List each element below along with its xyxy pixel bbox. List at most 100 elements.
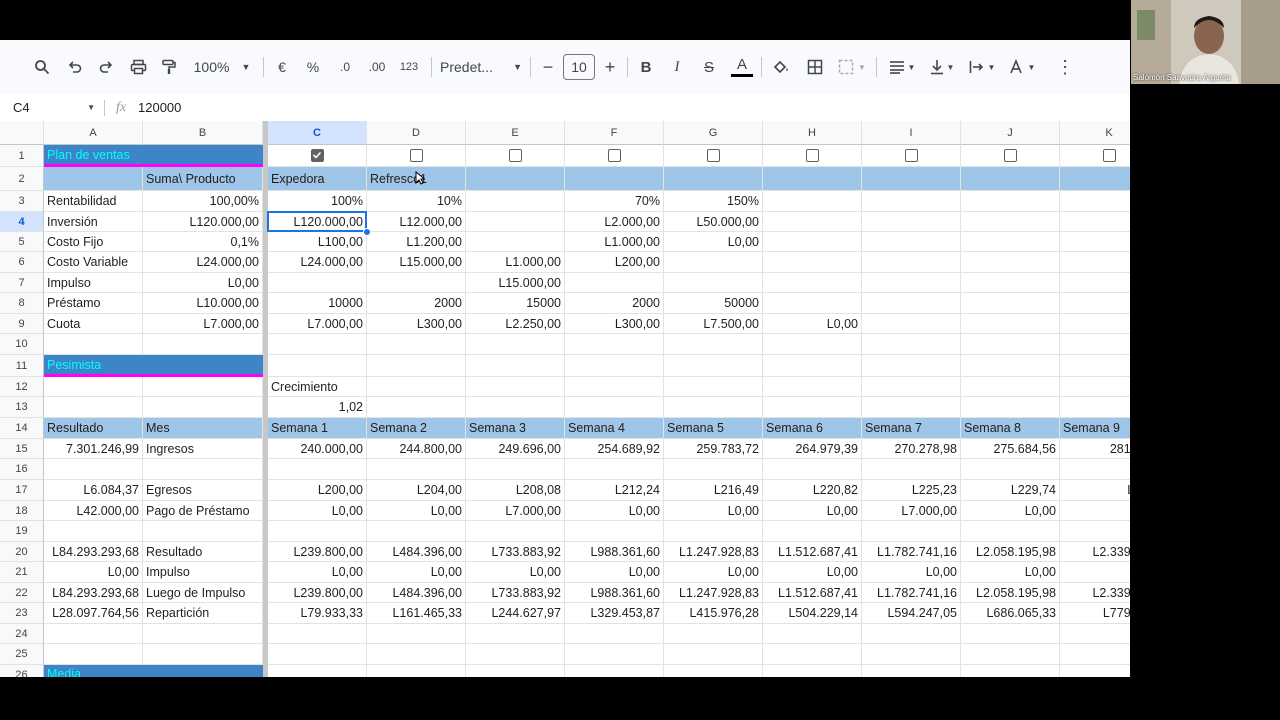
- row-header-7[interactable]: 7: [0, 273, 44, 293]
- cell-b13[interactable]: [143, 397, 263, 418]
- cell-i6[interactable]: [862, 252, 961, 273]
- row-header-21[interactable]: 21: [0, 562, 44, 583]
- paint-format-icon[interactable]: [157, 53, 181, 81]
- checkbox-checked[interactable]: [310, 149, 324, 162]
- cell-j10[interactable]: [961, 334, 1060, 355]
- cell-h14[interactable]: Semana 6: [763, 418, 862, 439]
- row-header-18[interactable]: 18: [0, 501, 44, 521]
- cell-i11[interactable]: [862, 355, 961, 377]
- cell-j9[interactable]: [961, 314, 1060, 334]
- cell-b17[interactable]: Egresos: [143, 480, 263, 501]
- text-wrap-icon[interactable]: ▼: [964, 53, 1000, 81]
- cell-k21[interactable]: L0: [1060, 562, 1130, 583]
- cell-e8[interactable]: 15000: [466, 293, 565, 314]
- cell-c26[interactable]: [268, 665, 367, 677]
- cell-g12[interactable]: [664, 377, 763, 397]
- italic-button[interactable]: I: [666, 53, 688, 81]
- cell-c6[interactable]: L24.000,00: [268, 252, 367, 273]
- cell-j18[interactable]: L0,00: [961, 501, 1060, 521]
- cell-e10[interactable]: [466, 334, 565, 355]
- cell-d25[interactable]: [367, 644, 466, 665]
- cell-j26[interactable]: [961, 665, 1060, 677]
- cell-a15[interactable]: 7.301.246,99: [44, 439, 143, 459]
- cell-g26[interactable]: [664, 665, 763, 677]
- cell-f3[interactable]: 70%: [565, 191, 664, 212]
- cell-k3[interactable]: [1060, 191, 1130, 212]
- cell-j19[interactable]: [961, 521, 1060, 542]
- cell-g6[interactable]: [664, 252, 763, 273]
- cell-f17[interactable]: L212,24: [565, 480, 664, 501]
- cell-a25[interactable]: [44, 644, 143, 665]
- cell-k2[interactable]: [1060, 167, 1130, 191]
- cell-i18[interactable]: L7.000,00: [862, 501, 961, 521]
- cell-c24[interactable]: [268, 624, 367, 644]
- cell-g7[interactable]: [664, 273, 763, 293]
- cell-f16[interactable]: [565, 459, 664, 480]
- cell-h20[interactable]: L1.512.687,41: [763, 542, 862, 562]
- cell-i7[interactable]: [862, 273, 961, 293]
- cell-i24[interactable]: [862, 624, 961, 644]
- cell-i22[interactable]: L1.782.741,16: [862, 583, 961, 603]
- cell-b25[interactable]: [143, 644, 263, 665]
- cell-b5[interactable]: 0,1%: [143, 232, 263, 252]
- cell-k4[interactable]: [1060, 212, 1130, 232]
- cell-d4[interactable]: L12.000,00: [367, 212, 466, 232]
- checkbox[interactable]: [1102, 149, 1116, 162]
- cell-f8[interactable]: 2000: [565, 293, 664, 314]
- cell-g23[interactable]: L415.976,28: [664, 603, 763, 624]
- cell-f22[interactable]: L988.361,60: [565, 583, 664, 603]
- cell-f13[interactable]: [565, 397, 664, 418]
- cell-c10[interactable]: [268, 334, 367, 355]
- cell-d6[interactable]: L15.000,00: [367, 252, 466, 273]
- cell-b21[interactable]: Impulso: [143, 562, 263, 583]
- cell-j14[interactable]: Semana 8: [961, 418, 1060, 439]
- cell-c21[interactable]: L0,00: [268, 562, 367, 583]
- cell-b8[interactable]: L10.000,00: [143, 293, 263, 314]
- cell-k7[interactable]: [1060, 273, 1130, 293]
- cell-c22[interactable]: L239.800,00: [268, 583, 367, 603]
- cell-h10[interactable]: [763, 334, 862, 355]
- cell-b15[interactable]: Ingresos: [143, 439, 263, 459]
- cell-j8[interactable]: [961, 293, 1060, 314]
- cell-k10[interactable]: [1060, 334, 1130, 355]
- cell-h15[interactable]: 264.979,39: [763, 439, 862, 459]
- column-header-f[interactable]: F: [565, 121, 664, 145]
- cell-e2[interactable]: [466, 167, 565, 191]
- cell-b7[interactable]: L0,00: [143, 273, 263, 293]
- undo-icon[interactable]: [63, 53, 87, 81]
- cell-d20[interactable]: L484.396,00: [367, 542, 466, 562]
- cell-c2[interactable]: Expedora: [268, 167, 367, 191]
- cell-h17[interactable]: L220,82: [763, 480, 862, 501]
- row-header-6[interactable]: 6: [0, 252, 44, 273]
- cell-e25[interactable]: [466, 644, 565, 665]
- cell-h4[interactable]: [763, 212, 862, 232]
- bold-button[interactable]: B: [635, 53, 657, 81]
- column-header-j[interactable]: J: [961, 121, 1060, 145]
- column-header-d[interactable]: D: [367, 121, 466, 145]
- row-header-3[interactable]: 3: [0, 191, 44, 212]
- zoom-select[interactable]: 100% ▼: [189, 53, 255, 81]
- font-family-select[interactable]: Predet... ▼: [440, 53, 522, 81]
- cell-k18[interactable]: L0: [1060, 501, 1130, 521]
- cell-i5[interactable]: [862, 232, 961, 252]
- checkbox[interactable]: [1003, 149, 1017, 162]
- cell-h23[interactable]: L504.229,14: [763, 603, 862, 624]
- strikethrough-button[interactable]: S: [697, 53, 721, 81]
- cell-j3[interactable]: [961, 191, 1060, 212]
- cell-d8[interactable]: 2000: [367, 293, 466, 314]
- cell-a22[interactable]: L84.293.293,68: [44, 583, 143, 603]
- cell-g3[interactable]: 150%: [664, 191, 763, 212]
- cell-j6[interactable]: [961, 252, 1060, 273]
- row-header-10[interactable]: 10: [0, 334, 44, 355]
- cell-e26[interactable]: [466, 665, 565, 677]
- cell-d5[interactable]: L1.200,00: [367, 232, 466, 252]
- cell-k13[interactable]: [1060, 397, 1130, 418]
- font-size-input[interactable]: 10: [563, 54, 595, 80]
- column-header-h[interactable]: H: [763, 121, 862, 145]
- cell-c25[interactable]: [268, 644, 367, 665]
- cell-f10[interactable]: [565, 334, 664, 355]
- cell-g14[interactable]: Semana 5: [664, 418, 763, 439]
- cell-g16[interactable]: [664, 459, 763, 480]
- cell-a17[interactable]: L6.084,37: [44, 480, 143, 501]
- merge-cells-icon[interactable]: ▼: [834, 53, 870, 81]
